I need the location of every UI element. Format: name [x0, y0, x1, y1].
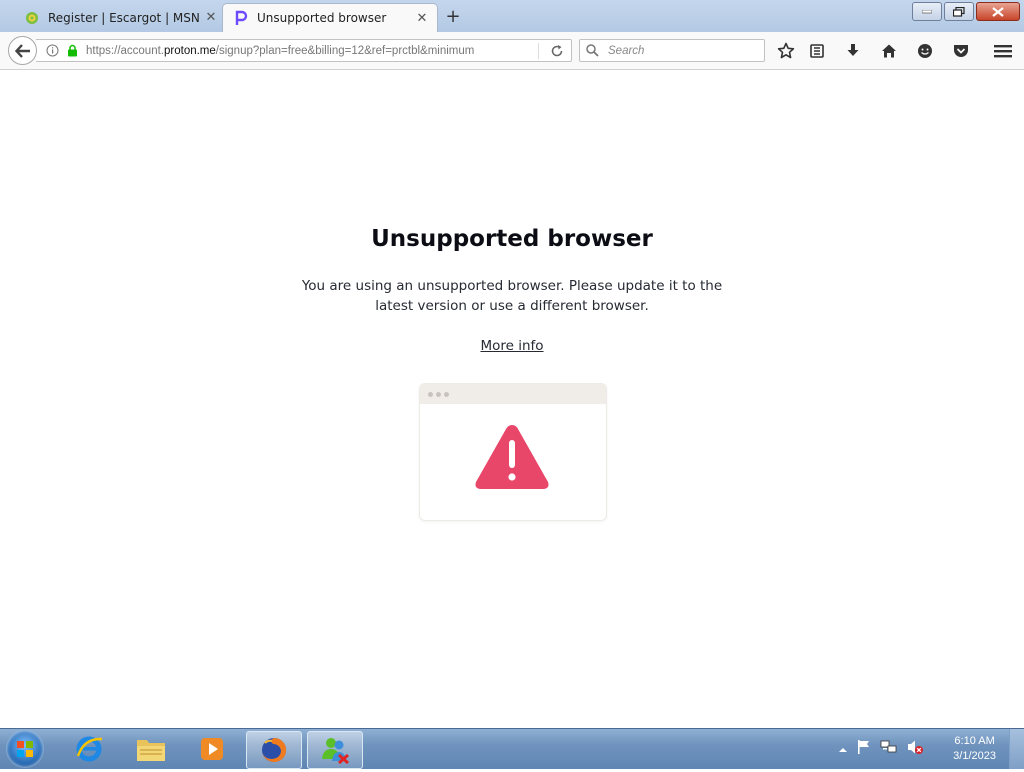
- media-player-icon[interactable]: [185, 731, 239, 767]
- escargot-icon: [24, 10, 40, 26]
- back-button[interactable]: [8, 36, 37, 65]
- internet-explorer-icon[interactable]: [62, 731, 116, 767]
- more-info-container: More info: [0, 338, 1024, 354]
- page-content: Unsupported browser You are using an uns…: [0, 70, 1024, 728]
- url-text: https://account.proton.me/signup?plan=fr…: [86, 44, 475, 57]
- action-center-flag-icon[interactable]: [856, 739, 872, 759]
- close-tab-icon[interactable]: ✕: [204, 10, 218, 25]
- tab-title: Register | Escargot | MSN ...: [48, 10, 204, 25]
- url-bar[interactable]: https://account.proton.me/signup?plan=fr…: [36, 39, 572, 62]
- unsupported-browser-illustration: [419, 383, 607, 521]
- pocket-icon[interactable]: [949, 39, 973, 63]
- msn-messenger-icon[interactable]: [307, 731, 363, 769]
- network-icon[interactable]: [880, 739, 898, 759]
- menu-icon[interactable]: [991, 39, 1015, 63]
- volume-muted-icon[interactable]: [906, 739, 924, 759]
- bookmark-star-icon[interactable]: [774, 39, 798, 63]
- tab-title: Unsupported browser: [257, 11, 387, 25]
- more-info-link[interactable]: More info: [480, 338, 543, 354]
- warning-triangle-icon: [472, 422, 552, 496]
- file-explorer-icon[interactable]: [124, 731, 178, 767]
- proton-p-icon: [233, 10, 249, 26]
- bookmarks-list-icon[interactable]: [805, 39, 829, 63]
- search-box[interactable]: [579, 39, 765, 62]
- tab-escargot[interactable]: Register | Escargot | MSN ... ✕: [14, 3, 226, 32]
- hello-emoji-icon[interactable]: [913, 39, 937, 63]
- minimize-button[interactable]: [912, 2, 942, 21]
- page-title: Unsupported browser: [371, 226, 653, 252]
- firefox-icon[interactable]: [246, 731, 302, 769]
- navigation-toolbar: https://account.proton.me/signup?plan=fr…: [0, 32, 1024, 70]
- url-separator: [538, 43, 539, 59]
- search-input[interactable]: [606, 43, 760, 58]
- show-desktop-button[interactable]: [1009, 729, 1024, 769]
- info-icon[interactable]: [44, 43, 60, 59]
- reload-icon[interactable]: [549, 43, 565, 59]
- close-tab-icon[interactable]: ✕: [415, 11, 429, 26]
- show-hidden-icons-icon[interactable]: [838, 740, 848, 759]
- new-tab-button[interactable]: +: [444, 6, 462, 27]
- home-icon[interactable]: [877, 39, 901, 63]
- lock-icon: [64, 43, 80, 59]
- window-controls: [912, 2, 1020, 21]
- start-button[interactable]: [6, 730, 44, 768]
- close-window-button[interactable]: [976, 2, 1020, 21]
- system-clock[interactable]: 6:10 AM 3/1/2023: [953, 734, 996, 764]
- downloads-icon[interactable]: [841, 39, 865, 63]
- clock-time: 6:10 AM: [954, 735, 995, 747]
- illustration-window-bar: [420, 384, 606, 404]
- system-tray: [838, 729, 924, 769]
- taskbar: 6:10 AM 3/1/2023: [0, 728, 1024, 769]
- clock-date: 3/1/2023: [953, 750, 996, 762]
- window-dot: [436, 391, 441, 397]
- window-dot: [444, 391, 449, 397]
- title-bar: Register | Escargot | MSN ... ✕ Unsuppor…: [0, 0, 1024, 32]
- tab-unsupported-browser[interactable]: Unsupported browser ✕: [222, 3, 438, 32]
- page-description: You are using an unsupported browser. Pl…: [301, 278, 723, 314]
- window-dot: [428, 391, 433, 397]
- restore-button[interactable]: [944, 2, 974, 21]
- search-icon: [586, 44, 600, 58]
